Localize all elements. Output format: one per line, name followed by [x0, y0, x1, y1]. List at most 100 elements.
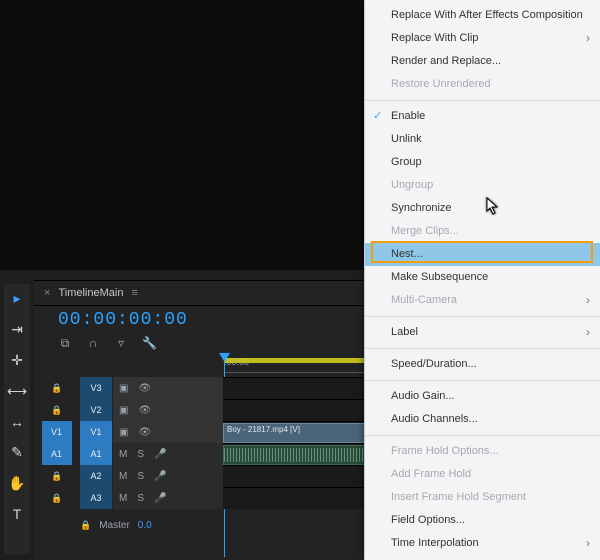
- mute-icon[interactable]: M: [119, 449, 127, 460]
- menu-item[interactable]: ✓ Enable: [365, 105, 600, 128]
- eye-icon[interactable]: 👁: [138, 405, 151, 416]
- menu-item: Restore Unrendered: [365, 73, 600, 96]
- menu-item-label: Merge Clips...: [391, 225, 459, 237]
- program-monitor: [0, 0, 370, 270]
- hand-tool-icon[interactable]: ✋: [8, 475, 25, 492]
- tab-menu-icon[interactable]: ≡: [131, 287, 137, 299]
- mute-icon[interactable]: M: [119, 471, 127, 482]
- clip-label: Boy - 21817.mp4 [V]: [227, 425, 300, 434]
- voice-icon[interactable]: 🎤: [154, 449, 166, 460]
- menu-item: Multi-Camera: [365, 289, 600, 312]
- track-target-v1[interactable]: V1: [80, 421, 112, 443]
- menu-item-label: Unlink: [391, 133, 422, 145]
- eye-icon[interactable]: 👁: [138, 383, 151, 394]
- lock-icon[interactable]: 🔒: [51, 405, 62, 416]
- menu-item-label: Frame Hold Options...: [391, 445, 499, 457]
- menu-item[interactable]: Unlink: [365, 128, 600, 151]
- menu-item-label: Audio Gain...: [391, 390, 455, 402]
- voice-icon[interactable]: 🎤: [154, 471, 166, 482]
- menu-item-label: Nest...: [391, 248, 423, 260]
- menu-item[interactable]: Replace With Clip: [365, 27, 600, 50]
- menu-item-label: Time Interpolation: [391, 537, 479, 549]
- menu-item[interactable]: Scale to Frame Size: [365, 555, 600, 560]
- lock-icon[interactable]: 🔒: [51, 493, 62, 504]
- track-target-a1[interactable]: A1: [80, 443, 112, 465]
- slip-tool-icon[interactable]: ↔: [10, 414, 24, 430]
- menu-separator: [365, 435, 600, 436]
- master-label: Master: [99, 520, 130, 531]
- menu-item[interactable]: Time Interpolation: [365, 532, 600, 555]
- close-icon[interactable]: ×: [44, 287, 50, 299]
- lock-icon[interactable]: 🔒: [51, 383, 62, 394]
- voice-icon[interactable]: 🎤: [154, 493, 166, 504]
- menu-item[interactable]: Synchronize: [365, 197, 600, 220]
- solo-icon[interactable]: S: [137, 449, 144, 460]
- menu-item: Merge Clips...: [365, 220, 600, 243]
- settings-icon[interactable]: 🔧: [142, 336, 156, 351]
- menu-item-label: Insert Frame Hold Segment: [391, 491, 526, 503]
- toggle-output-icon[interactable]: ▣: [119, 383, 128, 394]
- menu-item-label: Restore Unrendered: [391, 78, 491, 90]
- menu-item[interactable]: Replace With After Effects Composition: [365, 4, 600, 27]
- menu-item-label: Replace With After Effects Composition: [391, 9, 583, 21]
- menu-item-label: Replace With Clip: [391, 32, 478, 44]
- check-icon: ✓: [373, 109, 382, 124]
- razor-tool-icon[interactable]: ⟷: [7, 383, 27, 400]
- eye-icon[interactable]: 👁: [138, 427, 151, 438]
- menu-item[interactable]: Audio Gain...: [365, 385, 600, 408]
- clip-context-menu: Replace With After Effects Composition Re…: [364, 0, 600, 560]
- menu-item-label: Make Subsequence: [391, 271, 488, 283]
- menu-separator: [365, 380, 600, 381]
- menu-item-label: Multi-Camera: [391, 294, 457, 306]
- source-patch-v1[interactable]: V1: [42, 421, 72, 443]
- menu-item[interactable]: Field Options...: [365, 509, 600, 532]
- solo-icon[interactable]: S: [137, 471, 144, 482]
- solo-icon[interactable]: S: [137, 493, 144, 504]
- menu-separator: [365, 100, 600, 101]
- master-value[interactable]: 0.0: [138, 520, 152, 531]
- track-target-v3[interactable]: V3: [80, 377, 112, 399]
- snap-icon[interactable]: ⧉: [58, 336, 72, 351]
- menu-item[interactable]: Label: [365, 321, 600, 344]
- lock-icon[interactable]: 🔒: [80, 520, 91, 531]
- type-tool-icon[interactable]: T: [13, 506, 22, 522]
- linked-selection-icon[interactable]: ∩: [86, 336, 100, 351]
- menu-item-label: Field Options...: [391, 514, 465, 526]
- track-target-a3[interactable]: A3: [80, 487, 112, 509]
- menu-item-label: Render and Replace...: [391, 55, 501, 67]
- menu-item[interactable]: Render and Replace...: [365, 50, 600, 73]
- menu-separator: [365, 348, 600, 349]
- ripple-tool-icon[interactable]: ✛: [11, 352, 23, 369]
- markers-icon[interactable]: ▿: [114, 336, 128, 351]
- track-select-tool-icon[interactable]: ⇥: [11, 321, 23, 338]
- menu-separator: [365, 316, 600, 317]
- selection-tool-icon[interactable]: ▸: [13, 290, 20, 307]
- tool-sidebar: ▸ ⇥ ✛ ⟷ ↔ ✎ ✋ T: [4, 284, 30, 554]
- track-target-a2[interactable]: A2: [80, 465, 112, 487]
- menu-item[interactable]: Nest...: [365, 243, 600, 266]
- menu-item-label: Synchronize: [391, 202, 452, 214]
- menu-item-label: Ungroup: [391, 179, 433, 191]
- menu-item[interactable]: Make Subsequence: [365, 266, 600, 289]
- pen-tool-icon[interactable]: ✎: [11, 444, 23, 461]
- menu-item[interactable]: Speed/Duration...: [365, 353, 600, 376]
- menu-item: Insert Frame Hold Segment: [365, 486, 600, 509]
- mute-icon[interactable]: M: [119, 493, 127, 504]
- menu-item-label: Group: [391, 156, 422, 168]
- menu-item[interactable]: Group: [365, 151, 600, 174]
- menu-item-label: Audio Channels...: [391, 413, 478, 425]
- track-target-v2[interactable]: V2: [80, 399, 112, 421]
- source-patch-a1[interactable]: A1: [42, 443, 72, 465]
- menu-item: Add Frame Hold: [365, 463, 600, 486]
- menu-item-label: Add Frame Hold: [391, 468, 471, 480]
- toggle-output-icon[interactable]: ▣: [119, 427, 128, 438]
- toggle-output-icon[interactable]: ▣: [119, 405, 128, 416]
- lock-icon[interactable]: 🔒: [51, 471, 62, 482]
- menu-item[interactable]: Audio Channels...: [365, 408, 600, 431]
- sequence-tab-label[interactable]: TimelineMain: [58, 287, 123, 299]
- menu-item: Frame Hold Options...: [365, 440, 600, 463]
- menu-item-label: Label: [391, 326, 418, 338]
- menu-item-label: Enable: [391, 110, 425, 122]
- menu-item-label: Speed/Duration...: [391, 358, 477, 370]
- menu-item: Ungroup: [365, 174, 600, 197]
